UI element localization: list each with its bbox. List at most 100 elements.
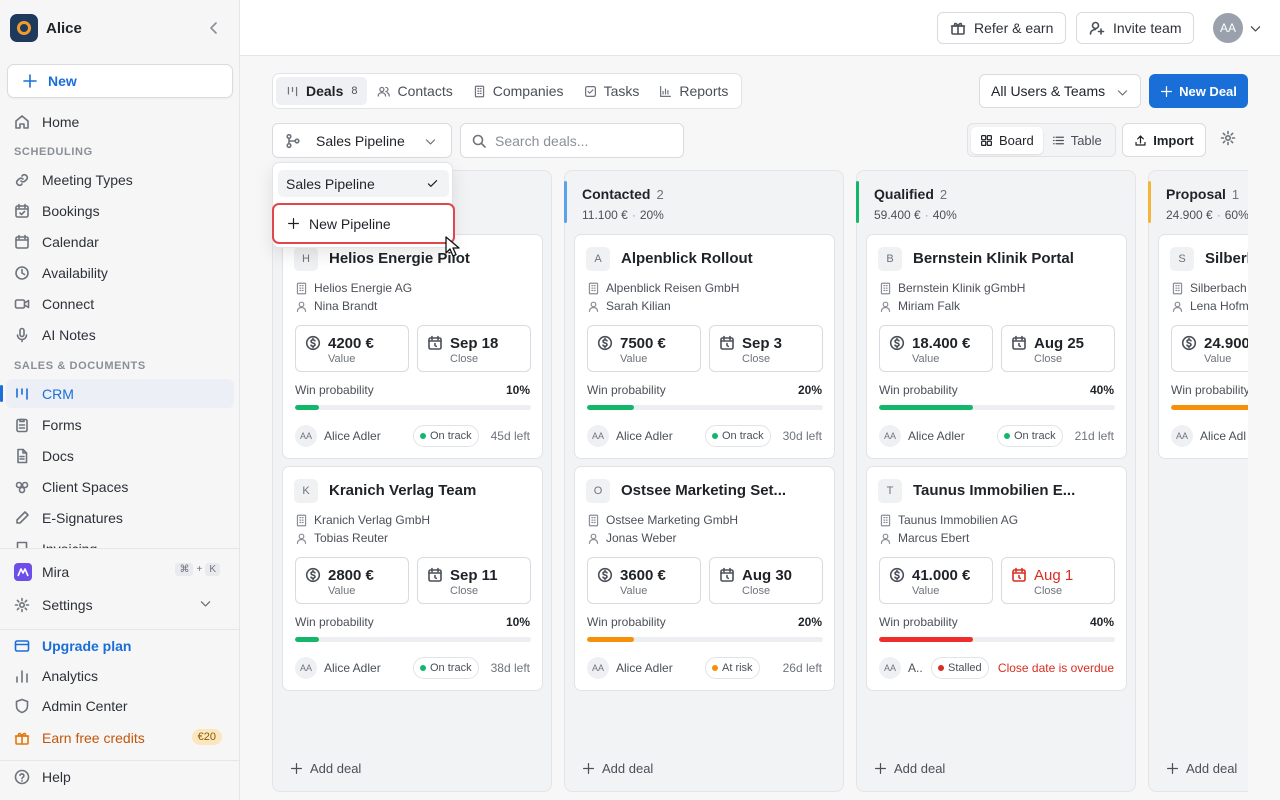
deal-value-box: 4200 € Value — [295, 325, 409, 372]
tab-companies[interactable]: Companies — [463, 77, 574, 105]
win-probability-label: Win probability — [295, 383, 374, 397]
deal-close-box: Sep 3 Close — [709, 325, 823, 372]
win-probability-label: Win probability — [879, 615, 958, 629]
deal-card[interactable]: B Bernstein Klinik Portal Bernstein Klinik… — [866, 234, 1127, 459]
chevron-left-icon[interactable] — [206, 20, 222, 36]
sidebar-item-help[interactable]: Help — [6, 762, 234, 791]
owner-avatar: AA — [879, 425, 901, 447]
gear-icon — [14, 597, 30, 612]
sidebar-item-client-spaces[interactable]: Client Spaces — [6, 472, 234, 501]
add-deal-button[interactable]: Add deal — [290, 761, 361, 776]
sidebar-item-upgrade[interactable]: Upgrade plan — [6, 631, 234, 660]
tab-deals[interactable]: Deals 8 — [276, 77, 368, 105]
sidebar-item-label: Client Spaces — [42, 478, 129, 495]
owner-name: Alice Adler — [616, 429, 673, 443]
plus-icon — [1167, 763, 1178, 774]
deal-initial: A — [586, 247, 610, 271]
deal-card[interactable]: H Helios Energie Pilot Helios Energie AG Ni… — [282, 234, 543, 459]
deal-close-box: Aug 25 Close — [1001, 325, 1115, 372]
deal-card[interactable]: A Alpenblick Rollout Alpenblick Reisen Gmb… — [574, 234, 835, 459]
user-icon — [588, 301, 599, 312]
value-label: Value — [1204, 353, 1232, 365]
mouse-cursor-icon — [445, 236, 460, 257]
tab-reports[interactable]: Reports — [649, 77, 738, 105]
deal-search — [460, 123, 684, 158]
calendar-clock-icon — [428, 335, 442, 350]
tab-tasks[interactable]: Tasks — [574, 77, 650, 105]
users-teams-filter[interactable]: All Users & Teams — [979, 74, 1141, 108]
add-deal-button[interactable]: Add deal — [1166, 761, 1237, 776]
sidebar-item-connect[interactable]: Connect — [6, 289, 234, 318]
sidebar-item-label: Meeting Types — [42, 171, 133, 188]
sidebar-item-admin-center[interactable]: Admin Center — [6, 691, 234, 720]
search-icon — [472, 134, 486, 148]
sidebar-item-analytics[interactable]: Analytics — [6, 661, 234, 690]
view-table-button[interactable]: Table — [1043, 127, 1111, 154]
deal-initial: H — [294, 247, 318, 271]
close-label: Close — [450, 585, 479, 597]
import-button[interactable]: Import — [1122, 123, 1206, 157]
gift-icon — [950, 22, 966, 35]
building-icon — [296, 514, 307, 526]
sidebar-item-settings[interactable]: Settings — [6, 590, 234, 619]
close-label: Close — [1034, 353, 1063, 365]
sidebar-item-mira[interactable]: Mira ⌘ + K — [6, 557, 234, 586]
deal-card[interactable]: S Silberbach Silberbach Lena Hofm 24.900Valu… — [1158, 234, 1248, 459]
new-deal-button[interactable]: New Deal — [1149, 74, 1248, 108]
workspace-switcher[interactable]: Alice — [10, 13, 230, 43]
view-board-button[interactable]: Board — [971, 126, 1043, 154]
add-deal-button[interactable]: Add deal — [582, 761, 653, 776]
company-name: Ostsee Marketing GmbH — [606, 513, 739, 527]
status-dot — [712, 665, 718, 671]
owner-avatar: AA — [879, 657, 901, 679]
sidebar-item-forms[interactable]: Forms — [6, 410, 234, 439]
pipeline-option-sales[interactable]: Sales Pipeline — [278, 170, 449, 197]
sidebar-item-e-signatures[interactable]: E-Signatures — [6, 503, 234, 532]
win-probability-value: 20% — [797, 383, 822, 397]
analytics-label: Analytics — [42, 667, 99, 684]
card-icon — [14, 639, 30, 652]
win-probability-fill — [295, 637, 319, 642]
sidebar-item-invoicing[interactable]: Invoicing — [6, 534, 234, 549]
sidebar-item-home[interactable]: Home — [6, 107, 234, 136]
sidebar-item-earn-credits[interactable]: Earn free credits €20 — [6, 723, 234, 752]
gear-icon[interactable] — [1220, 130, 1236, 146]
sidebar-item-calendar[interactable]: Calendar — [6, 227, 234, 256]
status-dot — [420, 665, 426, 671]
sidebar-item-docs[interactable]: Docs — [6, 441, 234, 470]
invite-team-button[interactable]: Invite team — [1076, 12, 1195, 44]
new-button[interactable]: New — [7, 64, 233, 98]
search-input[interactable] — [495, 132, 665, 149]
deal-close-date: Aug 1 — [1034, 567, 1074, 584]
tab-contacts[interactable]: Contacts — [367, 77, 462, 105]
win-probability-bar — [879, 637, 1115, 642]
avatar: AA — [1213, 13, 1243, 43]
calendar-clock-icon — [1012, 335, 1026, 350]
sidebar-item-bookings[interactable]: Bookings — [6, 196, 234, 225]
sidebar-item-meeting-types[interactable]: Meeting Types — [6, 165, 234, 194]
owner-avatar: AA — [587, 425, 609, 447]
user-icon — [588, 533, 599, 544]
add-deal-button[interactable]: Add deal — [874, 761, 945, 776]
deal-close-date: Sep 11 — [450, 567, 498, 584]
value-label: Value — [328, 353, 356, 365]
deal-card[interactable]: K Kranich Verlag Team Kranich Verlag GmbH T… — [282, 466, 543, 691]
user-menu[interactable]: AA — [1213, 13, 1262, 43]
new-pipeline-label: New Pipeline — [309, 215, 391, 232]
sidebar-item-availability[interactable]: Availability — [6, 258, 234, 287]
new-pipeline-button[interactable]: New Pipeline — [272, 203, 455, 244]
pipeline-select[interactable]: Sales Pipeline — [272, 123, 452, 158]
deal-contact: Sarah Kilian — [587, 299, 671, 313]
owner-name: Alice Adler — [324, 429, 381, 443]
deal-value: 41.000 € — [912, 567, 971, 584]
owner-name: A.. — [908, 661, 923, 675]
sidebar-item-ai-notes[interactable]: AI Notes — [6, 320, 234, 349]
sidebar-item-crm[interactable]: CRM — [0, 379, 234, 408]
deal-card[interactable]: T Taunus Immobilien E... Taunus Immobilien… — [866, 466, 1127, 691]
days-left: Close date is overdue — [997, 661, 1114, 675]
shortcut-cmd: ⌘ — [175, 563, 194, 576]
refer-earn-button[interactable]: Refer & earn — [937, 12, 1067, 44]
deal-title: Silberbach — [1205, 250, 1248, 267]
new-button-label: New — [48, 73, 77, 89]
deal-card[interactable]: O Ostsee Marketing Set... Ostsee Marketing… — [574, 466, 835, 691]
